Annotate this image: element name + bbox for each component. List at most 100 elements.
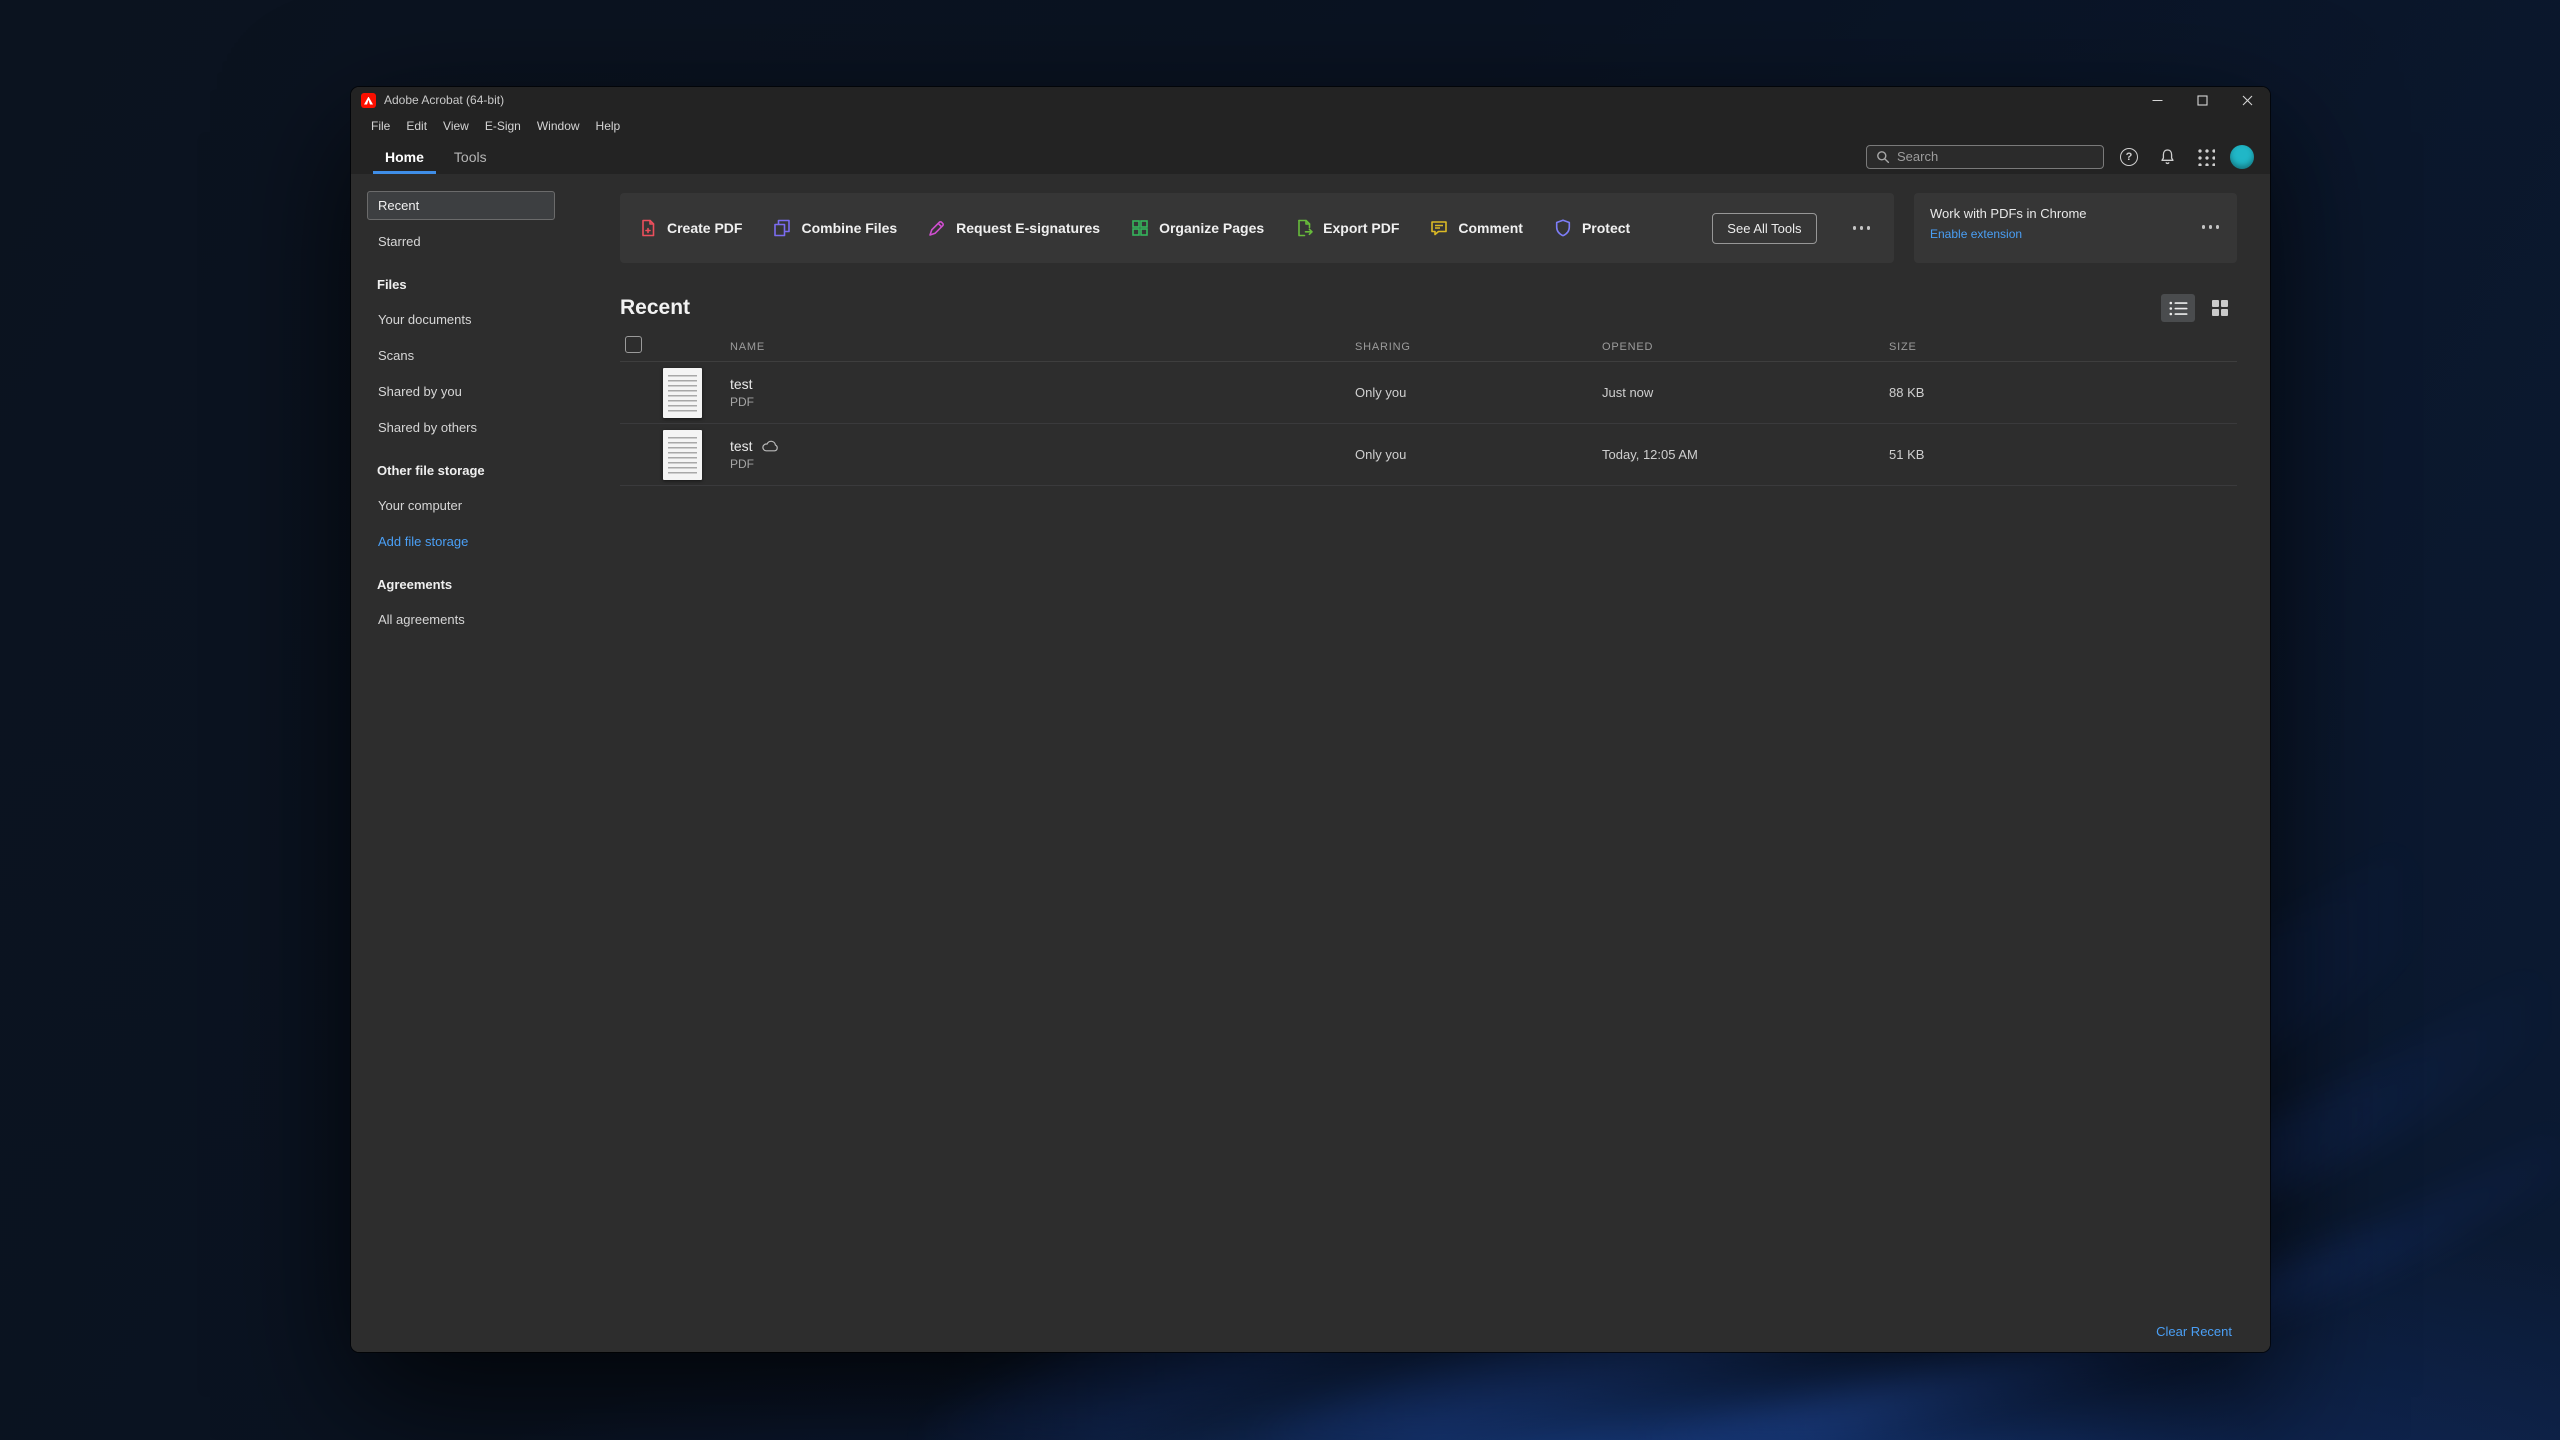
file-size: 51 KB: [1889, 447, 2237, 462]
grid-view-icon: [2212, 300, 2228, 316]
sidebar-item-your-documents[interactable]: Your documents: [367, 305, 555, 334]
column-header-size[interactable]: SIZE: [1889, 341, 2237, 353]
recent-heading: Recent: [620, 296, 690, 320]
minimize-button[interactable]: [2135, 87, 2180, 113]
menu-window[interactable]: Window: [529, 116, 588, 136]
export-pdf-icon: [1294, 218, 1314, 238]
tab-home[interactable]: Home: [373, 139, 436, 174]
titlebar: Adobe Acrobat (64-bit): [351, 87, 2270, 113]
sidebar-item-label: Starred: [378, 234, 421, 249]
sidebar-item-label: Add file storage: [378, 534, 468, 549]
grid-view-button[interactable]: [2203, 294, 2237, 322]
file-opened: Just now: [1602, 385, 1889, 400]
select-all-checkbox[interactable]: [625, 336, 642, 353]
sidebar-item-scans[interactable]: Scans: [367, 341, 555, 370]
file-row[interactable]: test PDF Only you Just now 88 KB: [620, 362, 2237, 424]
tools-bar: Create PDF Combine Files: [620, 193, 1894, 263]
file-type: PDF: [730, 395, 1355, 409]
tool-label: Export PDF: [1323, 220, 1399, 236]
menu-edit[interactable]: Edit: [398, 116, 435, 136]
pdf-thumbnail: [663, 430, 702, 480]
bell-icon: [2159, 148, 2176, 166]
tool-label: Organize Pages: [1159, 220, 1264, 236]
sidebar-section-files: Files: [367, 277, 604, 292]
create-pdf-icon: [638, 218, 658, 238]
tool-label: Comment: [1458, 220, 1523, 236]
tool-label: Combine Files: [801, 220, 897, 236]
combine-files-icon: [772, 218, 792, 238]
tool-comment[interactable]: Comment: [1429, 218, 1523, 238]
search-input[interactable]: [1897, 149, 2094, 164]
file-sharing: Only you: [1355, 385, 1602, 400]
toolbar-more-button[interactable]: [1847, 220, 1877, 236]
maximize-button[interactable]: [2180, 87, 2225, 113]
tool-label: Protect: [1582, 220, 1630, 236]
tool-protect[interactable]: Protect: [1553, 218, 1630, 238]
tab-home-label: Home: [385, 149, 424, 165]
avatar[interactable]: [2230, 145, 2254, 169]
clear-recent-link[interactable]: Clear Recent: [2156, 1324, 2232, 1339]
close-button[interactable]: [2225, 87, 2270, 113]
tool-create-pdf[interactable]: Create PDF: [638, 218, 742, 238]
column-header-opened[interactable]: OPENED: [1602, 341, 1889, 353]
acrobat-logo-icon: [361, 93, 376, 108]
notifications-button[interactable]: [2154, 144, 2180, 170]
tool-label: Request E-signatures: [956, 220, 1100, 236]
comment-icon: [1429, 218, 1449, 238]
file-name: test: [730, 376, 753, 392]
window-title: Adobe Acrobat (64-bit): [384, 93, 504, 107]
tool-combine-files[interactable]: Combine Files: [772, 218, 897, 238]
organize-pages-icon: [1130, 218, 1150, 238]
cloud-icon: [762, 440, 779, 452]
chrome-promo-card: Work with PDFs in Chrome Enable extensio…: [1914, 193, 2237, 263]
protect-icon: [1553, 218, 1573, 238]
tool-request-esignatures[interactable]: Request E-signatures: [927, 218, 1100, 238]
home-content: Create PDF Combine Files: [604, 174, 2270, 1352]
search-box[interactable]: [1866, 145, 2104, 169]
sidebar-item-all-agreements[interactable]: All agreements: [367, 605, 555, 634]
table-header-row: NAME SHARING OPENED SIZE: [620, 332, 2237, 362]
sidebar-item-label: Shared by others: [378, 420, 477, 435]
sidebar-item-label: Your computer: [378, 498, 462, 513]
see-all-tools-button[interactable]: See All Tools: [1712, 213, 1816, 244]
search-icon: [1876, 150, 1890, 164]
sidebar-item-shared-by-you[interactable]: Shared by you: [367, 377, 555, 406]
file-row[interactable]: test PDF Only you Today, 12:05 AM 51 KB: [620, 424, 2237, 486]
request-esignatures-icon: [927, 218, 947, 238]
menu-file[interactable]: File: [363, 116, 398, 136]
column-header-name[interactable]: NAME: [730, 341, 1355, 353]
apps-grid-button[interactable]: [2192, 144, 2218, 170]
tool-organize-pages[interactable]: Organize Pages: [1130, 218, 1264, 238]
recent-files-table: NAME SHARING OPENED SIZE test PDF Only y…: [620, 332, 2237, 486]
sidebar-item-starred[interactable]: Starred: [367, 227, 555, 256]
desktop: Adobe Acrobat (64-bit) File Edit View E-…: [0, 0, 2560, 1440]
promo-more-button[interactable]: [2196, 219, 2226, 235]
tab-tools[interactable]: Tools: [442, 139, 499, 174]
menu-esign[interactable]: E-Sign: [477, 116, 529, 136]
menubar: File Edit View E-Sign Window Help: [351, 113, 2270, 139]
file-opened: Today, 12:05 AM: [1602, 447, 1889, 462]
sidebar: Recent Starred Files Your documents Scan…: [351, 174, 604, 1352]
tool-export-pdf[interactable]: Export PDF: [1294, 218, 1399, 238]
sidebar-section-other-file-storage: Other file storage: [367, 463, 604, 478]
help-button[interactable]: ?: [2116, 144, 2142, 170]
promo-title: Work with PDFs in Chrome: [1930, 206, 2221, 221]
menu-help[interactable]: Help: [588, 116, 629, 136]
column-header-sharing[interactable]: SHARING: [1355, 341, 1602, 353]
sidebar-item-your-computer[interactable]: Your computer: [367, 491, 555, 520]
sidebar-item-add-file-storage[interactable]: Add file storage: [367, 527, 555, 556]
sidebar-item-label: Shared by you: [378, 384, 462, 399]
tab-tools-label: Tools: [454, 149, 487, 165]
acrobat-window: Adobe Acrobat (64-bit) File Edit View E-…: [351, 87, 2270, 1352]
list-view-button[interactable]: [2161, 294, 2195, 322]
sidebar-item-label: Recent: [378, 198, 419, 213]
sidebar-item-shared-by-others[interactable]: Shared by others: [367, 413, 555, 442]
enable-extension-link[interactable]: Enable extension: [1930, 227, 2022, 241]
menu-view[interactable]: View: [435, 116, 477, 136]
apps-grid-icon: [2196, 147, 2215, 166]
sidebar-item-label: Scans: [378, 348, 414, 363]
sidebar-item-recent[interactable]: Recent: [367, 191, 555, 220]
help-icon: ?: [2120, 148, 2138, 166]
tabbar: Home Tools ?: [351, 139, 2270, 174]
sidebar-section-agreements: Agreements: [367, 577, 604, 592]
